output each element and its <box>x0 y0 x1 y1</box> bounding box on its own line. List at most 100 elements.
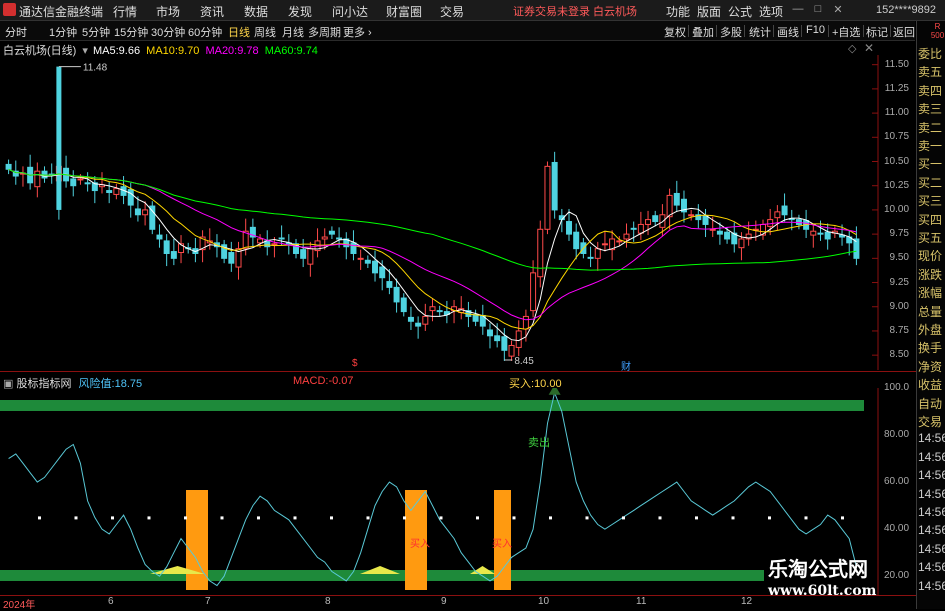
quote-label: 14:56 <box>918 541 945 556</box>
draw-line-button[interactable]: 画线 <box>777 24 799 40</box>
menu-market-quotes[interactable]: 行情 <box>113 3 137 20</box>
y-tick: 10.75 <box>884 131 910 143</box>
threshold-dot <box>220 516 224 520</box>
candle-body <box>364 259 371 264</box>
macd-value: -0.07 <box>328 375 354 387</box>
candle-body <box>328 230 335 235</box>
candlestick-chart[interactable]: 11.48 8.45 <box>0 55 880 370</box>
menu-formula[interactable]: 公式 <box>728 3 752 20</box>
quote-label: 14:56 <box>918 431 945 446</box>
macd-readout: MACD:-0.07 <box>293 375 354 387</box>
y-tick: 40.00 <box>884 523 910 535</box>
candle-body <box>486 329 493 337</box>
threshold-dot <box>184 516 187 520</box>
indicator-chart[interactable] <box>0 388 880 596</box>
tab-more[interactable]: 更多 › <box>343 24 372 40</box>
low-marker-label: 8.45 <box>514 356 534 367</box>
minimize-icon[interactable]: — <box>792 3 804 15</box>
candle-body <box>228 252 235 264</box>
threshold-dot <box>585 516 589 520</box>
toolbar-divider <box>716 25 717 37</box>
quote-label: 净资 <box>918 359 943 374</box>
menu-options[interactable]: 选项 <box>759 3 783 20</box>
menu-market[interactable]: 市场 <box>156 3 180 20</box>
toolbar-divider <box>890 25 891 37</box>
f10-button[interactable]: F10 <box>806 24 825 36</box>
menu-wealth-circle[interactable]: 财富圈 <box>386 3 422 20</box>
candle-body <box>70 178 77 187</box>
candle-body <box>494 335 501 342</box>
candle-body <box>817 232 824 235</box>
tab-daily[interactable]: 日线 <box>228 24 250 40</box>
event-marker-dollar[interactable]: $ <box>352 358 358 369</box>
app-logo-icon <box>3 3 16 16</box>
candle-body <box>415 322 422 327</box>
quote-label: 14:56 <box>918 505 945 519</box>
candle-body <box>278 237 285 240</box>
tab-monthly[interactable]: 月线 <box>282 24 304 40</box>
tab-1min[interactable]: 1分钟 <box>49 24 77 40</box>
y-tick: 9.75 <box>889 228 909 240</box>
statistics-button[interactable]: 统计 <box>749 24 771 40</box>
candle-body <box>645 219 652 225</box>
menu-trade[interactable]: 交易 <box>440 3 464 20</box>
menu-discover[interactable]: 发现 <box>288 3 312 20</box>
indicator-bands <box>0 388 879 596</box>
menu-layout[interactable]: 版面 <box>697 3 721 20</box>
close-icon[interactable]: ✕ <box>832 3 844 16</box>
close-chart-icon[interactable]: ✕ <box>864 41 874 55</box>
tab-weekly[interactable]: 周线 <box>254 24 276 40</box>
maximize-icon[interactable]: □ <box>812 3 824 15</box>
x-tick: 12 <box>741 596 753 607</box>
quote-label: 涨幅 <box>918 286 943 301</box>
menu-data[interactable]: 数据 <box>244 3 268 20</box>
tab-5min[interactable]: 5分钟 <box>82 24 110 40</box>
threshold-dot <box>512 516 516 520</box>
tab-multi-period[interactable]: 多周期 <box>308 24 341 40</box>
mark-button[interactable]: 标记 <box>866 24 888 40</box>
user-phone: 152****9892 <box>876 4 936 16</box>
quote-label: 卖四 <box>918 83 943 98</box>
menu-news[interactable]: 资讯 <box>200 3 224 20</box>
tab-60min[interactable]: 60分钟 <box>188 24 222 40</box>
tab-intraday[interactable]: 分时 <box>5 24 27 40</box>
candle-body <box>824 231 831 240</box>
candle-body <box>688 214 695 217</box>
risk-line <box>8 390 857 587</box>
candle-body <box>566 221 573 235</box>
candle-body <box>407 316 414 322</box>
overlay-button[interactable]: 叠加 <box>692 24 714 40</box>
candle-body <box>623 233 630 240</box>
back-button[interactable]: 返回 <box>893 24 915 40</box>
add-watchlist-button[interactable]: +自选 <box>832 24 860 40</box>
candle-body <box>350 242 357 254</box>
quote-label: 卖三 <box>918 102 943 117</box>
multi-stock-button[interactable]: 多股 <box>720 24 742 40</box>
candle-body <box>170 251 177 259</box>
y-tick: 80.00 <box>884 429 910 441</box>
macd-label: MACD: <box>293 375 329 387</box>
menu-ask-xiaoda[interactable]: 问小达 <box>332 3 368 20</box>
candle-body <box>594 248 601 259</box>
settings-icon[interactable]: ◇ <box>848 42 856 55</box>
rehabilitation-button[interactable]: 复权 <box>664 24 686 40</box>
menu-functions[interactable]: 功能 <box>666 3 690 20</box>
watermark-url: www.60lt.com <box>768 583 877 599</box>
candle-body <box>630 227 637 230</box>
candle-body <box>652 215 659 223</box>
candle-body <box>738 238 745 249</box>
candle-body <box>271 243 278 246</box>
watermark-title: 乐淘公式网 <box>768 557 868 581</box>
tab-15min[interactable]: 15分钟 <box>114 24 148 40</box>
x-tick: 8 <box>325 596 331 607</box>
y-tick: 11.25 <box>884 82 909 94</box>
r-badge: R 500 <box>930 22 945 40</box>
quote-label: 买五 <box>918 231 943 245</box>
trade-login-notice[interactable]: 证券交易未登录 白云机场 <box>513 3 637 19</box>
candle-body <box>163 240 170 254</box>
toolbar-divider <box>828 25 829 37</box>
quote-label: 14:56 <box>918 449 945 464</box>
quote-label: 卖二 <box>918 120 943 135</box>
candle-body <box>386 281 393 288</box>
tab-30min[interactable]: 30分钟 <box>151 24 185 40</box>
